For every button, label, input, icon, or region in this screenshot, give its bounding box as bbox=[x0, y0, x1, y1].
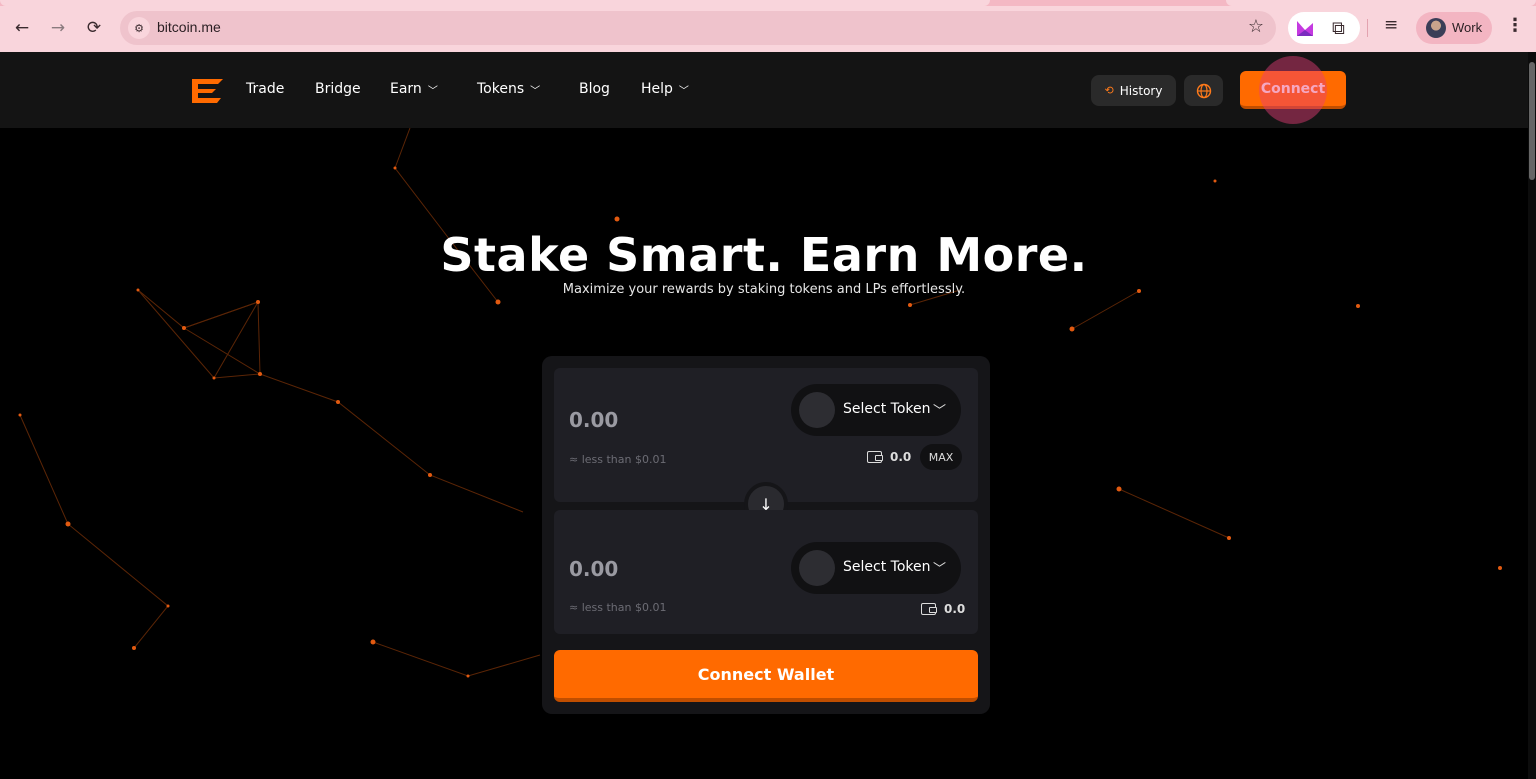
language-button[interactable] bbox=[1184, 75, 1223, 106]
hero-title: Stake Smart. Earn More. bbox=[440, 228, 1088, 282]
from-balance: 0.0 bbox=[867, 450, 911, 464]
nav-bridge[interactable]: Bridge bbox=[315, 81, 361, 97]
nav-blog[interactable]: Blog bbox=[579, 81, 610, 97]
to-amount-input[interactable]: 0.00 bbox=[569, 557, 618, 581]
from-balance-value: 0.0 bbox=[890, 450, 912, 464]
avatar bbox=[1426, 18, 1446, 38]
from-amount-input[interactable]: 0.00 bbox=[569, 408, 618, 432]
back-icon[interactable]: ← bbox=[9, 15, 35, 41]
puzzle-icon[interactable]: ⧉ bbox=[1332, 18, 1345, 39]
history-label: History bbox=[1119, 83, 1163, 98]
kebab-menu-icon[interactable]: ⋮ bbox=[1506, 15, 1524, 36]
token-placeholder-icon bbox=[799, 392, 835, 428]
nav-blog-label: Blog bbox=[579, 81, 610, 97]
history-button[interactable]: ⟲ History bbox=[1091, 75, 1176, 106]
from-usd-value: ≈ less than $0.01 bbox=[569, 453, 667, 466]
nav-tokens[interactable]: Tokens ﹀ bbox=[477, 81, 540, 97]
site-info-icon[interactable]: ⚙ bbox=[128, 17, 150, 39]
url-text[interactable]: bitcoin.me bbox=[157, 19, 221, 35]
profile-button[interactable]: Work bbox=[1416, 12, 1492, 44]
connect-wallet-label: Connect Wallet bbox=[697, 664, 835, 684]
to-panel: 0.00 ≈ less than $0.01 Select Token ﹀ 0.… bbox=[554, 510, 978, 634]
globe-icon bbox=[1196, 83, 1211, 98]
nav-bridge-label: Bridge bbox=[315, 81, 361, 97]
profile-label: Work bbox=[1452, 20, 1483, 35]
address-bar[interactable]: ⚙ bitcoin.me ☆ bbox=[120, 11, 1276, 45]
toolbar-divider bbox=[1367, 19, 1368, 37]
wallet-icon bbox=[867, 451, 883, 463]
stake-card: 0.00 ≈ less than $0.01 Select Token ﹀ 0.… bbox=[542, 356, 990, 714]
chevron-down-icon: ﹀ bbox=[678, 85, 689, 97]
chevron-down-icon: ﹀ bbox=[933, 562, 947, 577]
from-token-select[interactable]: Select Token ﹀ bbox=[791, 384, 961, 436]
from-token-label: Select Token bbox=[843, 401, 931, 417]
to-balance-value: 0.0 bbox=[944, 602, 966, 616]
to-usd-value: ≈ less than $0.01 bbox=[569, 601, 667, 614]
site-header: Trade Bridge Earn ﹀ Tokens ﹀ Blog Help ﹀… bbox=[0, 52, 1536, 128]
max-button[interactable]: MAX bbox=[920, 444, 962, 470]
wallet-icon bbox=[921, 603, 937, 615]
nav-trade-label: Trade bbox=[246, 81, 285, 97]
bookmark-star-icon[interactable]: ☆ bbox=[1248, 16, 1264, 37]
to-token-label: Select Token bbox=[843, 559, 931, 575]
media-control-icon[interactable]: ≡ bbox=[1384, 15, 1398, 35]
nav-trade[interactable]: Trade bbox=[246, 81, 284, 97]
chevron-down-icon: ﹀ bbox=[427, 85, 438, 97]
active-tab-edge[interactable] bbox=[0, 0, 990, 6]
page-scrollbar[interactable] bbox=[1528, 52, 1536, 779]
nav-earn-label: Earn bbox=[390, 81, 422, 97]
history-icon: ⟲ bbox=[1104, 84, 1114, 97]
nav-earn[interactable]: Earn ﹀ bbox=[390, 81, 438, 97]
browser-toolbar: ← → ⟳ ⚙ bitcoin.me ☆ ⧉ ≡ Work ⋮ bbox=[0, 0, 1536, 52]
connect-label: Connect bbox=[1260, 80, 1326, 97]
connect-button[interactable]: Connect bbox=[1240, 71, 1346, 109]
scrollbar-thumb[interactable] bbox=[1529, 62, 1535, 180]
tab-strip bbox=[0, 0, 1536, 6]
nav-help-label: Help bbox=[641, 81, 673, 97]
to-token-select[interactable]: Select Token ﹀ bbox=[791, 542, 961, 594]
chevron-down-icon: ﹀ bbox=[530, 85, 541, 97]
brand-logo[interactable] bbox=[190, 76, 226, 106]
token-placeholder-icon bbox=[799, 550, 835, 586]
forward-icon[interactable]: → bbox=[45, 15, 71, 41]
tab-edge[interactable] bbox=[1226, 0, 1536, 6]
nav-tokens-label: Tokens bbox=[477, 81, 525, 97]
extension-icon[interactable] bbox=[1296, 19, 1314, 37]
chevron-down-icon: ﹀ bbox=[933, 404, 947, 419]
connect-wallet-button[interactable]: Connect Wallet bbox=[554, 650, 978, 702]
reload-icon[interactable]: ⟳ bbox=[81, 15, 107, 41]
max-label: MAX bbox=[928, 450, 954, 464]
hero-subtitle: Maximize your rewards by staking tokens … bbox=[562, 282, 966, 297]
to-balance: 0.0 bbox=[921, 602, 965, 616]
nav-help[interactable]: Help ﹀ bbox=[641, 81, 689, 97]
extensions-group: ⧉ bbox=[1288, 12, 1360, 44]
